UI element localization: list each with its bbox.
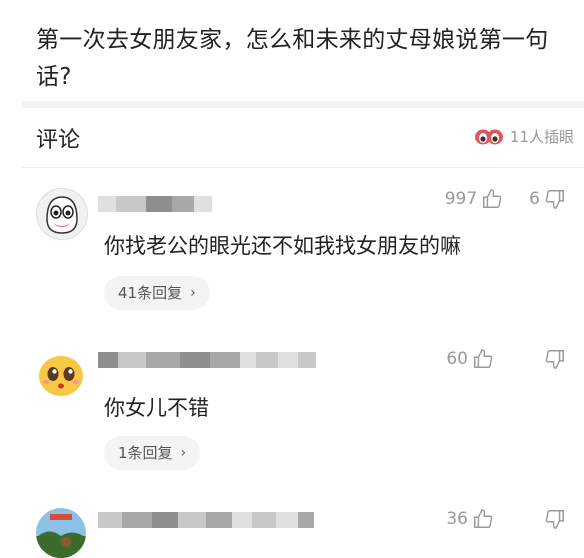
dislike-button[interactable] [540,508,566,530]
question-title: 第一次去女朋友家，怎么和未来的丈母娘说第一句话? [36,27,549,90]
cute-emoji-avatar[interactable] [36,348,86,398]
thumbs-up-icon [483,189,502,208]
reply-label: 1条回复 [118,444,173,462]
like-button[interactable]: 60 [446,348,494,370]
dislike-button[interactable] [540,348,566,370]
thumbs-down-icon [545,510,564,529]
comment-item: 36 [0,500,584,558]
comments-header: 评论 11人插眼 [36,118,574,158]
comment-text: 你女儿不错 [104,396,209,420]
like-count: 36 [446,509,468,529]
comment-stats: 997 6 [445,188,566,210]
ghost-face-avatar[interactable] [36,188,88,240]
like-button[interactable]: 997 [445,188,503,210]
comment-text: 你找老公的眼光还不如我找女朋友的嘛 [104,234,461,258]
thumbs-up-icon [474,349,493,368]
username-redacted[interactable] [98,352,316,368]
thumbs-down-icon [545,350,564,369]
comment-stats: 36 [446,508,566,530]
header-divider [22,167,584,168]
dislike-count: 6 [529,189,540,209]
thumbs-up-icon [474,509,493,528]
chevron-right-icon: › [190,285,196,301]
section-divider [22,101,584,108]
viewers-indicator[interactable]: 11人插眼 [474,126,574,147]
reply-label: 41条回复 [118,284,183,302]
like-button[interactable]: 36 [446,508,494,530]
comment-stats: 60 [446,348,566,370]
reply-button[interactable]: 1条回复 › [104,436,201,470]
dislike-button[interactable]: 6 [529,188,566,210]
username-redacted[interactable] [98,196,212,212]
landscape-photo-avatar[interactable] [36,508,86,558]
comments-title: 评论 [36,128,81,153]
username-redacted[interactable] [98,512,314,528]
thumbs-down-icon [545,190,564,209]
comment-item: 60 你女儿不错 1条回复 › [0,340,584,480]
viewers-label: 11人插眼 [509,128,574,146]
reply-button[interactable]: 41条回复 › [104,276,210,310]
chevron-right-icon: › [180,445,187,461]
like-count: 997 [444,189,478,209]
comment-item: 997 6 你找老公的眼光还不如我找女朋友的嘛 41条回复 › [0,180,584,320]
eyes-icon [474,129,503,144]
like-count: 60 [446,349,468,369]
